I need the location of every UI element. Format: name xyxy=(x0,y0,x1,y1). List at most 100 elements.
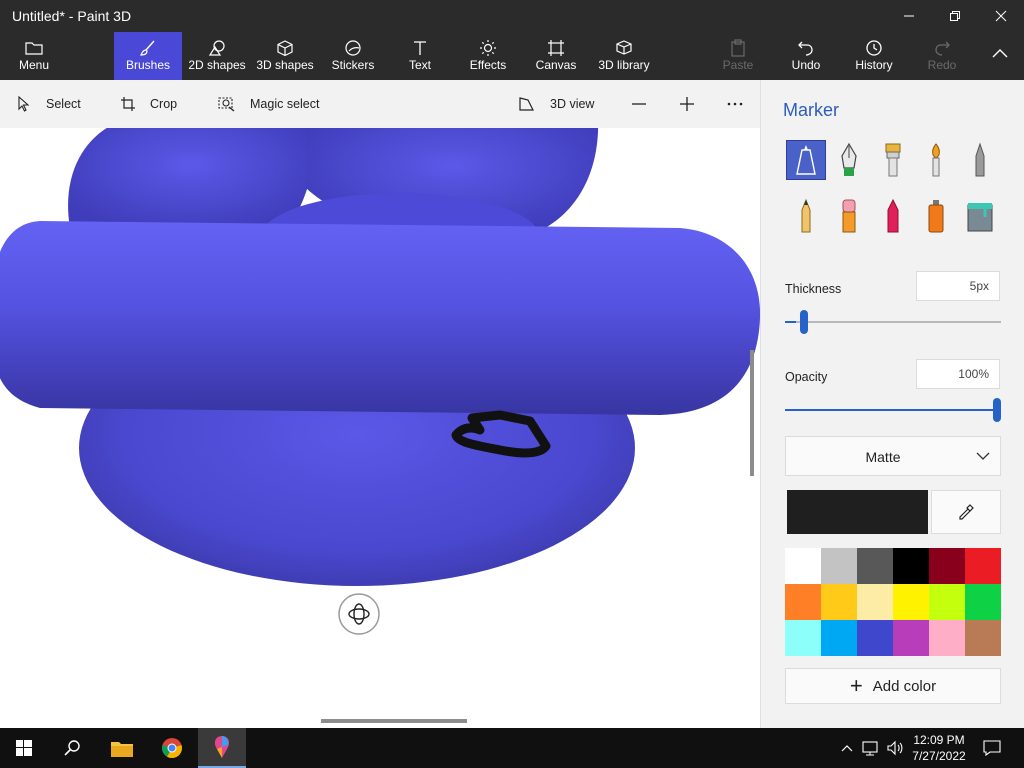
redo-button[interactable]: Redo xyxy=(920,32,964,80)
marker-icon xyxy=(796,145,816,175)
color-swatch[interactable] xyxy=(929,584,965,620)
watercolor-brush[interactable] xyxy=(916,140,956,180)
oil-brush[interactable] xyxy=(873,140,913,180)
color-swatch[interactable] xyxy=(785,584,821,620)
pencil-brush[interactable] xyxy=(786,196,826,236)
action-center-button[interactable] xyxy=(980,728,1004,768)
chrome-icon xyxy=(162,738,182,759)
text-tab[interactable]: Text xyxy=(396,32,444,80)
opacity-slider[interactable] xyxy=(785,398,1001,422)
2d-shapes-label: 2D shapes xyxy=(188,58,246,72)
undo-button[interactable]: Undo xyxy=(784,32,828,80)
color-swatch[interactable] xyxy=(893,620,929,656)
opacity-slider-thumb[interactable] xyxy=(993,398,1001,422)
zoom-out-button[interactable] xyxy=(630,80,648,128)
file-explorer-button[interactable] xyxy=(98,728,146,768)
3d-view-icon xyxy=(519,97,534,111)
color-swatch[interactable] xyxy=(929,548,965,584)
select-button[interactable]: Select xyxy=(16,80,81,128)
spray-can-brush[interactable] xyxy=(916,196,956,236)
history-label: History xyxy=(855,58,893,72)
stickers-tab[interactable]: Stickers xyxy=(326,32,380,80)
3d-library-tab[interactable]: 3D library xyxy=(594,32,654,80)
eraser-brush[interactable] xyxy=(829,196,869,236)
color-swatch[interactable] xyxy=(929,620,965,656)
text-icon xyxy=(414,41,426,55)
color-swatch[interactable] xyxy=(785,548,821,584)
drawing-canvas[interactable] xyxy=(0,128,760,728)
current-color-swatch[interactable] xyxy=(787,490,928,534)
color-swatch[interactable] xyxy=(857,620,893,656)
paint-3d-taskbar-button[interactable] xyxy=(198,728,246,768)
color-swatch[interactable] xyxy=(821,620,857,656)
collapse-ribbon-button[interactable] xyxy=(984,32,1016,80)
paste-button[interactable]: Paste xyxy=(716,32,760,80)
thickness-label: Thickness xyxy=(785,282,842,296)
color-swatch[interactable] xyxy=(857,548,893,584)
show-hidden-icons-button[interactable] xyxy=(838,728,856,768)
canvas-tab[interactable]: Canvas xyxy=(532,32,580,80)
canvas-icon xyxy=(548,40,564,56)
crayon-brush[interactable] xyxy=(873,196,913,236)
effects-tab[interactable]: Effects xyxy=(464,32,512,80)
thickness-slider-thumb[interactable] xyxy=(799,310,808,334)
redo-label: Redo xyxy=(927,58,957,72)
2d-shapes-icon xyxy=(208,40,225,56)
3d-view-button[interactable]: 3D view xyxy=(518,80,594,128)
calligraphy-pen-icon xyxy=(841,142,857,176)
brushes-tab[interactable]: Brushes xyxy=(114,32,182,80)
color-swatch[interactable] xyxy=(965,584,1001,620)
minimize-button[interactable] xyxy=(886,0,932,32)
close-button[interactable] xyxy=(978,0,1024,32)
thickness-slider[interactable] xyxy=(785,310,1001,334)
crop-button[interactable]: Crop xyxy=(120,80,177,128)
color-swatch[interactable] xyxy=(893,548,929,584)
color-swatch[interactable] xyxy=(965,620,1001,656)
color-swatch[interactable] xyxy=(785,620,821,656)
select-label: Select xyxy=(46,97,81,111)
2d-shapes-tab[interactable]: 2D shapes xyxy=(184,32,250,80)
menu-button[interactable]: Menu xyxy=(0,32,68,80)
horizontal-bar xyxy=(0,221,760,415)
finish-dropdown[interactable]: Matte xyxy=(785,436,1001,476)
search-button[interactable] xyxy=(48,728,96,768)
3d-shapes-tab[interactable]: 3D shapes xyxy=(253,32,317,80)
plus-icon xyxy=(680,97,694,111)
notification-icon xyxy=(983,740,1001,756)
minimize-icon xyxy=(904,15,914,17)
calligraphy-pen-brush[interactable] xyxy=(829,140,869,180)
pixel-pen-icon xyxy=(975,142,985,177)
color-swatch[interactable] xyxy=(821,584,857,620)
color-swatch[interactable] xyxy=(821,548,857,584)
start-button[interactable] xyxy=(0,728,48,768)
color-swatch[interactable] xyxy=(893,584,929,620)
taskbar: 12:09 PM 7/27/2022 xyxy=(0,728,1024,768)
canvas-label: Canvas xyxy=(535,58,577,72)
more-icon xyxy=(727,102,743,106)
opacity-slider-fill xyxy=(785,409,1001,411)
eyedropper-button[interactable] xyxy=(931,490,1001,534)
color-swatch[interactable] xyxy=(965,548,1001,584)
fill-brush[interactable] xyxy=(960,196,1000,236)
thickness-input[interactable]: 5px xyxy=(916,271,1000,301)
add-color-button[interactable]: + Add color xyxy=(785,668,1001,704)
more-options-button[interactable] xyxy=(726,80,744,128)
chrome-button[interactable] xyxy=(148,728,196,768)
vertical-scrollbar[interactable] xyxy=(750,350,754,476)
pixel-pen-brush[interactable] xyxy=(960,140,1000,180)
undo-label: Undo xyxy=(791,58,821,72)
marker-brush[interactable] xyxy=(786,140,826,180)
network-icon xyxy=(862,741,878,756)
clock-date: 7/27/2022 xyxy=(912,749,966,763)
taskbar-clock[interactable]: 12:09 PM 7/27/2022 xyxy=(900,732,978,764)
drawing-artwork xyxy=(0,128,760,635)
opacity-input[interactable]: 100% xyxy=(916,359,1000,389)
history-button[interactable]: History xyxy=(850,32,898,80)
effects-label: Effects xyxy=(469,58,507,72)
magic-select-button[interactable]: Magic select xyxy=(218,80,319,128)
restore-button[interactable] xyxy=(932,0,978,32)
network-button[interactable] xyxy=(860,728,882,768)
horizontal-scrollbar[interactable] xyxy=(321,719,467,723)
zoom-in-button[interactable] xyxy=(678,80,696,128)
color-swatch[interactable] xyxy=(857,584,893,620)
